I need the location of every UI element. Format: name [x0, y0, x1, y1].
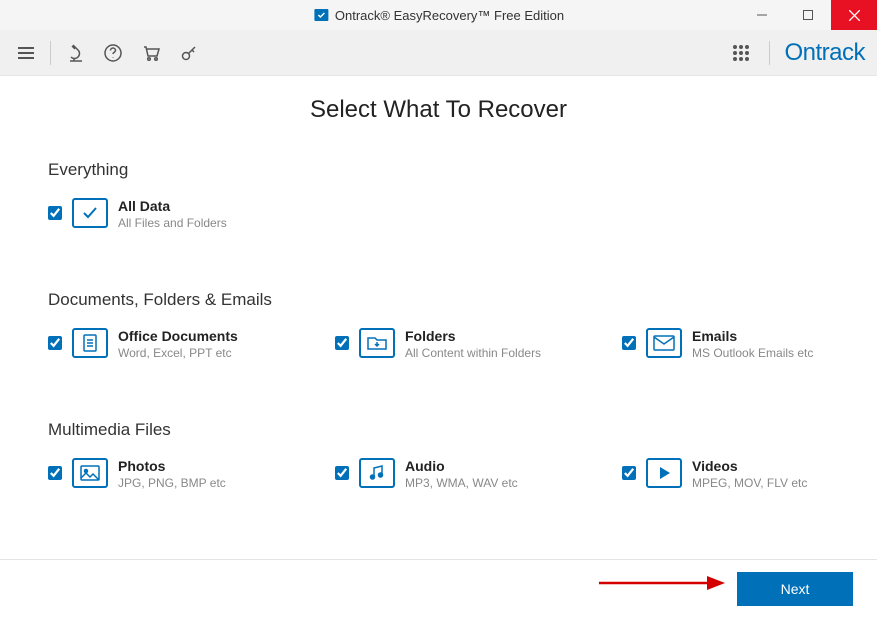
close-button[interactable] [831, 0, 877, 30]
option-title: Audio [405, 458, 518, 474]
option-title: Emails [692, 328, 813, 344]
option-title: Folders [405, 328, 541, 344]
checkbox-office[interactable] [48, 336, 62, 350]
page-title: Select What To Recover [48, 96, 829, 124]
next-button[interactable]: Next [737, 572, 853, 606]
folder-download-icon [359, 328, 395, 358]
section-everything: Everything All Data All Files and Folder… [48, 160, 829, 230]
checkbox-photos[interactable] [48, 466, 62, 480]
option-title: All Data [118, 198, 227, 214]
section-title-everything: Everything [48, 160, 829, 180]
option-office-documents[interactable]: Office Documents Word, Excel, PPT etc [48, 328, 255, 360]
section-title-media: Multimedia Files [48, 420, 829, 440]
music-note-icon [359, 458, 395, 488]
option-all-data[interactable]: All Data All Files and Folders [48, 198, 288, 230]
play-icon [646, 458, 682, 488]
separator [50, 41, 51, 65]
option-title: Office Documents [118, 328, 238, 344]
option-title: Photos [118, 458, 226, 474]
maximize-button[interactable] [785, 0, 831, 30]
minimize-button[interactable] [739, 0, 785, 30]
option-folders[interactable]: Folders All Content within Folders [335, 328, 542, 360]
option-title: Videos [692, 458, 807, 474]
option-photos[interactable]: Photos JPG, PNG, BMP etc [48, 458, 255, 490]
menu-icon[interactable] [12, 39, 40, 67]
brand-logo: Ontrack [784, 39, 865, 67]
envelope-icon [646, 328, 682, 358]
option-subtitle: Word, Excel, PPT etc [118, 346, 238, 360]
key-icon[interactable] [175, 39, 203, 67]
section-title-docs: Documents, Folders & Emails [48, 290, 829, 310]
apps-grid-icon[interactable] [727, 39, 755, 67]
photo-icon [72, 458, 108, 488]
option-subtitle: MS Outlook Emails etc [692, 346, 813, 360]
titlebar: Ontrack® EasyRecovery™ Free Edition [0, 0, 877, 30]
app-icon [313, 7, 329, 23]
checkbox-emails[interactable] [622, 336, 636, 350]
checkbox-folders[interactable] [335, 336, 349, 350]
checkbox-videos[interactable] [622, 466, 636, 480]
checkbox-audio[interactable] [335, 466, 349, 480]
option-emails[interactable]: Emails MS Outlook Emails etc [622, 328, 829, 360]
toolbar: Ontrack [0, 30, 877, 76]
option-videos[interactable]: Videos MPEG, MOV, FLV etc [622, 458, 829, 490]
microscope-icon[interactable] [61, 39, 89, 67]
option-subtitle: MPEG, MOV, FLV etc [692, 476, 807, 490]
checkmark-icon [72, 198, 108, 228]
content-area: Select What To Recover Everything All Da… [0, 76, 877, 490]
section-docs: Documents, Folders & Emails Office Docum… [48, 290, 829, 360]
option-subtitle: MP3, WMA, WAV etc [405, 476, 518, 490]
window-title: Ontrack® EasyRecovery™ Free Edition [335, 8, 564, 23]
document-icon [72, 328, 108, 358]
option-audio[interactable]: Audio MP3, WMA, WAV etc [335, 458, 542, 490]
checkbox-all-data[interactable] [48, 206, 62, 220]
section-media: Multimedia Files Photos JPG, PNG, BMP et… [48, 420, 829, 490]
option-subtitle: All Files and Folders [118, 216, 227, 230]
option-subtitle: All Content within Folders [405, 346, 541, 360]
footer: Next [0, 559, 877, 617]
separator [769, 41, 770, 65]
help-icon[interactable] [99, 39, 127, 67]
option-subtitle: JPG, PNG, BMP etc [118, 476, 226, 490]
cart-icon[interactable] [137, 39, 165, 67]
